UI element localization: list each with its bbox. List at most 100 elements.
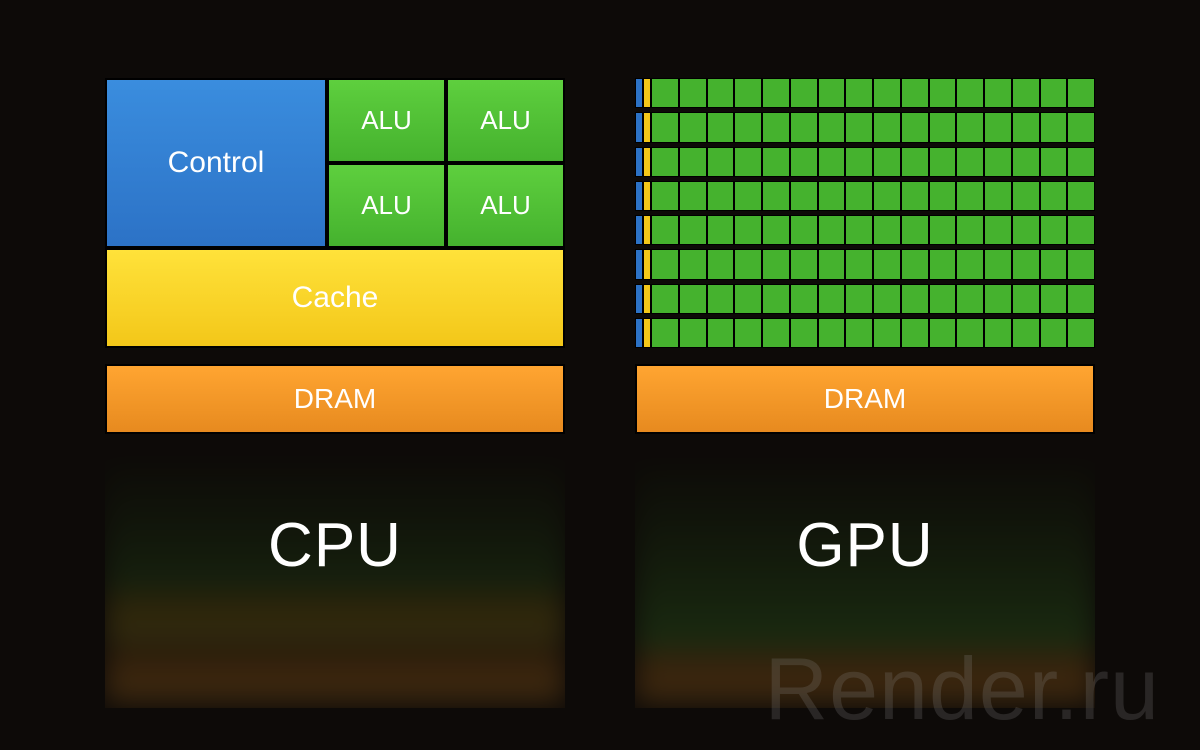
gpu-core (1040, 181, 1068, 211)
gpu-core (1067, 181, 1095, 211)
gpu-core (1067, 112, 1095, 142)
gpu-core (734, 318, 762, 348)
diagram-stage: Control ALU ALU ALU ALU Cache DRAM DRAM (0, 0, 1200, 750)
cpu-box: Control ALU ALU ALU ALU Cache DRAM (105, 78, 565, 434)
gpu-core (651, 78, 679, 108)
gpu-control-unit (635, 147, 643, 177)
gpu-core (818, 284, 846, 314)
gpu-core (1012, 215, 1040, 245)
gpu-cache (643, 78, 651, 108)
gpu-core (790, 249, 818, 279)
gpu-core (845, 147, 873, 177)
gpu-cache (643, 284, 651, 314)
gpu-core (901, 112, 929, 142)
gpu-core (956, 318, 984, 348)
gpu-core (901, 147, 929, 177)
gpu-core (790, 318, 818, 348)
gpu-core (845, 284, 873, 314)
gpu-core (818, 318, 846, 348)
gpu-core (679, 215, 707, 245)
gpu-sm-row (635, 112, 1095, 142)
gpu-sm-row (635, 78, 1095, 108)
gpu-core (984, 78, 1012, 108)
gpu-core (929, 215, 957, 245)
gpu-core (1067, 215, 1095, 245)
gpu-core (873, 215, 901, 245)
gpu-core (984, 284, 1012, 314)
gpu-core (818, 147, 846, 177)
gpu-cache (643, 112, 651, 142)
cpu-control-unit: Control (105, 78, 327, 248)
gpu-core (679, 284, 707, 314)
gpu-core (818, 112, 846, 142)
gpu-control-unit (635, 215, 643, 245)
gpu-core (845, 78, 873, 108)
gpu-core (956, 181, 984, 211)
gpu-core (734, 78, 762, 108)
gpu-core (873, 112, 901, 142)
gpu-core (845, 318, 873, 348)
gpu-core (762, 249, 790, 279)
gpu-core (956, 147, 984, 177)
gpu-core (762, 78, 790, 108)
gpu-core (984, 112, 1012, 142)
gpu-core (734, 112, 762, 142)
gpu-core (679, 147, 707, 177)
gpu-control-unit (635, 112, 643, 142)
gpu-sm-row (635, 215, 1095, 245)
gpu-core (679, 112, 707, 142)
gpu-core (1067, 284, 1095, 314)
watermark: Render.ru (765, 638, 1160, 740)
gpu-core (651, 181, 679, 211)
gpu-core (1067, 147, 1095, 177)
gpu-core (1012, 78, 1040, 108)
gpu-core (901, 78, 929, 108)
gpu-core (929, 284, 957, 314)
gpu-core (1040, 284, 1068, 314)
gpu-core (651, 215, 679, 245)
gpu-core (818, 181, 846, 211)
gpu-core (873, 284, 901, 314)
cpu-cache: Cache (105, 248, 565, 348)
gpu-cache (643, 318, 651, 348)
gpu-core (790, 78, 818, 108)
gpu-core (707, 181, 735, 211)
gpu-architecture: DRAM (635, 78, 1095, 434)
gpu-core (734, 181, 762, 211)
gpu-control-unit (635, 249, 643, 279)
gpu-sm-row (635, 181, 1095, 211)
gpu-core (956, 284, 984, 314)
gpu-core (1012, 318, 1040, 348)
gpu-core (901, 181, 929, 211)
gpu-core (762, 284, 790, 314)
gpu-core (984, 215, 1012, 245)
gpu-box: DRAM (635, 78, 1095, 434)
gpu-core (818, 78, 846, 108)
gpu-core (929, 181, 957, 211)
gpu-core (984, 181, 1012, 211)
gpu-core (901, 215, 929, 245)
cpu-alu: ALU (446, 78, 565, 163)
gpu-core (651, 249, 679, 279)
gpu-sm-row (635, 147, 1095, 177)
cpu-title: CPU (105, 510, 565, 581)
gpu-core (929, 112, 957, 142)
gpu-core (790, 181, 818, 211)
gpu-core (1067, 78, 1095, 108)
gpu-core (956, 78, 984, 108)
cpu-dram: DRAM (105, 364, 565, 434)
gpu-cache (643, 147, 651, 177)
gpu-core (679, 318, 707, 348)
gpu-core (818, 215, 846, 245)
gpu-core (929, 318, 957, 348)
gpu-core (651, 318, 679, 348)
gpu-core (929, 147, 957, 177)
gpu-core (1067, 318, 1095, 348)
gpu-core (707, 249, 735, 279)
gpu-core (707, 284, 735, 314)
gpu-core (873, 147, 901, 177)
gpu-core (873, 318, 901, 348)
gpu-core (790, 284, 818, 314)
gpu-core (956, 215, 984, 245)
cpu-top-row: Control ALU ALU ALU ALU (105, 78, 565, 248)
